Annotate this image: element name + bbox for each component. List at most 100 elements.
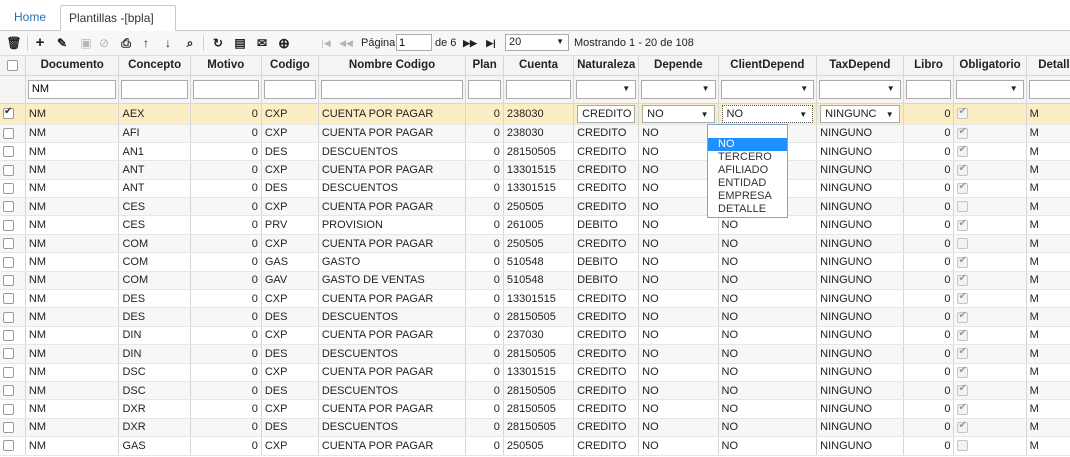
obligatorio-checkbox[interactable] [957, 144, 969, 158]
obligatorio-checkbox[interactable] [957, 365, 969, 378]
upload-icon[interactable]: ↑ [138, 35, 154, 51]
column-header-naturaleza[interactable]: Naturaleza [573, 56, 640, 76]
column-header-taxdepend[interactable]: TaxDepend [816, 56, 904, 76]
filter-plan-input[interactable] [468, 79, 501, 99]
table-row[interactable]: NM AFI 0 CXP CUENTA POR PAGAR 0 238030 CREDITO N… [0, 124, 1070, 143]
column-header-cuenta[interactable]: Cuenta [503, 56, 575, 76]
table-row[interactable]: NM AN1 0 DES DESCUENTOS 0 28150505 CREDITO NO NIN… [0, 142, 1070, 162]
row-checkbox[interactable] [3, 311, 14, 323]
download-icon[interactable]: ↓ [160, 35, 176, 51]
obligatorio-checkbox[interactable] [957, 346, 969, 360]
obligatorio-checkbox[interactable] [957, 218, 969, 231]
filter-obligatorio-select[interactable]: ▼ [956, 79, 1024, 99]
row-checkbox[interactable] [3, 219, 14, 231]
clientdepend-editor[interactable]: NO ▼ [721, 104, 814, 123]
filter-depende-select[interactable]: ▼ [641, 79, 716, 99]
obligatorio-checkbox[interactable] [957, 238, 969, 250]
last-page-icon[interactable]: ▶| [483, 35, 499, 51]
obligatorio-checkbox[interactable] [957, 291, 969, 305]
obligatorio-checkbox[interactable] [957, 310, 969, 323]
table-row[interactable]: NM DIN 0 CXP CUENTA POR PAGAR 0 237030 CREDITO N… [0, 326, 1070, 346]
row-checkbox[interactable] [3, 348, 14, 360]
column-header-concepto[interactable]: Concepto [118, 56, 191, 76]
table-row[interactable]: NM DES 0 CXP CUENTA POR PAGAR 0 13301515 CREDIT… [0, 289, 1070, 309]
page-number-input[interactable] [396, 34, 432, 51]
filter-motivo-input[interactable] [192, 79, 259, 99]
tab-plantillas[interactable]: Plantillas -[bpla] × [60, 5, 176, 49]
row-checkbox[interactable] [3, 146, 14, 158]
select-all-header[interactable] [0, 56, 26, 76]
dropdown-option[interactable]: TERCERO [708, 151, 787, 164]
filter-libro-input[interactable] [905, 79, 952, 99]
filter-taxdepend-select[interactable]: ▼ [819, 79, 901, 99]
obligatorio-checkbox[interactable] [957, 163, 969, 176]
dropdown-option[interactable]: DETALLE [708, 203, 787, 216]
column-header-plan[interactable]: Plan [465, 56, 504, 76]
column-header-nombre-codigo[interactable]: Nombre Codigo [318, 56, 467, 76]
taxdepend-editor[interactable]: NINGUNC ▼ [820, 104, 900, 123]
table-row[interactable]: NM COM 0 CXP CUENTA POR PAGAR 0 250505 CREDITO N… [0, 234, 1070, 254]
comment-icon[interactable]: ▤ [232, 35, 248, 51]
cancel-icon[interactable]: ⊘ [96, 35, 112, 51]
filter-concepto-input[interactable] [121, 79, 188, 99]
dropdown-option[interactable]: ENTIDAD [708, 177, 787, 190]
trash-icon[interactable]: 🗑 [6, 35, 22, 51]
plus-icon[interactable]: + [32, 35, 48, 51]
first-page-icon[interactable]: |◀ [318, 35, 334, 51]
column-header-libro[interactable]: Libro [903, 56, 955, 76]
row-checkbox[interactable] [3, 330, 14, 342]
filter-nombre-codigo-input[interactable] [320, 79, 464, 99]
add-circle-icon[interactable]: ⊕ [276, 35, 292, 51]
table-row[interactable]: NM DSC 0 DES DESCUENTOS 0 28150505 CREDITO NO NO N… [0, 381, 1070, 401]
pencil-icon[interactable]: ✎ [54, 35, 70, 51]
table-row[interactable]: NMCOM0GASGASTO0510548DEBITONONONINGUNO0M [0, 252, 1070, 272]
row-checkbox[interactable] [3, 385, 14, 397]
table-row[interactable]: NM ANT 0 DES DESCUENTOS 0 13301515 CREDITO NO NIN… [0, 179, 1070, 199]
table-row[interactable]: NM DIN 0 DES DESCUENTOS 0 28150505 CREDITO NO NO N… [0, 344, 1070, 364]
obligatorio-checkbox[interactable] [957, 273, 969, 286]
table-row[interactable]: NM GAS 0 CXP CUENTA POR PAGAR 0 250505 CREDITO N… [0, 436, 1070, 456]
table-row[interactable]: NM DXR 0 CXP CUENTA POR PAGAR 0 28150505 CREDIT… [0, 399, 1070, 419]
filter-documento-input[interactable] [27, 79, 117, 99]
filter-naturaleza-select[interactable]: ▼ [576, 79, 637, 99]
row-checkbox[interactable] [3, 164, 14, 176]
tab-home[interactable]: Home [6, 5, 54, 31]
obligatorio-checkbox[interactable] [957, 106, 969, 120]
column-header-clientdepend[interactable]: ClientDepend [718, 56, 818, 76]
dropdown-option[interactable]: AFILIADO [708, 164, 787, 177]
column-header-documento[interactable]: Documento [25, 56, 120, 76]
page-size-select[interactable]: 20 ▼ [505, 34, 569, 51]
row-checkbox[interactable] [3, 106, 14, 120]
dropdown-option[interactable]: NO [708, 138, 787, 151]
obligatorio-checkbox[interactable] [957, 201, 969, 213]
row-checkbox[interactable] [3, 127, 14, 139]
row-checkbox[interactable] [3, 293, 14, 305]
filter-clientdepend-select[interactable]: ▼ [720, 79, 815, 99]
search-icon[interactable]: ⌕ [182, 35, 198, 51]
row-checkbox[interactable] [3, 182, 14, 194]
print-icon[interactable]: ⎙ [118, 35, 134, 51]
obligatorio-checkbox[interactable] [957, 420, 969, 434]
obligatorio-checkbox[interactable] [957, 181, 969, 194]
naturaleza-editor[interactable]: CREDITO [577, 104, 636, 123]
table-row[interactable]: NM DES 0 DES DESCUENTOS 0 28150505 CREDITO NO NO N… [0, 307, 1070, 327]
column-header-motivo[interactable]: Motivo [190, 56, 262, 76]
depende-editor[interactable]: NO ▼ [642, 104, 715, 123]
row-checkbox[interactable] [3, 256, 14, 268]
table-row[interactable]: NM DXR 0 DES DESCUENTOS 0 28150505 CREDITO NO NO N… [0, 418, 1070, 438]
save-icon[interactable]: ▣ [78, 35, 94, 51]
filter-cuenta-input[interactable] [505, 79, 572, 99]
obligatorio-checkbox[interactable] [957, 255, 969, 268]
obligatorio-checkbox[interactable] [957, 126, 969, 139]
table-row[interactable]: NM CES 0 CXP CUENTA POR PAGAR 0 250505 CREDITO N… [0, 197, 1070, 217]
row-checkbox[interactable] [3, 366, 14, 378]
table-row[interactable]: NM ANT 0 CXP CUENTA POR PAGAR 0 13301515 CREDIT… [0, 160, 1070, 180]
obligatorio-checkbox[interactable] [957, 402, 969, 415]
prev-page-icon[interactable]: ◀◀ [338, 35, 354, 51]
mail-icon[interactable]: ✉ [254, 35, 270, 51]
table-row[interactable]: NM COM 0 GAV GASTO DE VENTAS 0 510548 DEBITO NO N… [0, 271, 1070, 291]
refresh-icon[interactable]: ↻ [210, 35, 226, 51]
column-header-depende[interactable]: Depende [638, 56, 719, 76]
row-checkbox[interactable] [3, 201, 14, 213]
filter-codigo-input[interactable] [263, 79, 316, 99]
